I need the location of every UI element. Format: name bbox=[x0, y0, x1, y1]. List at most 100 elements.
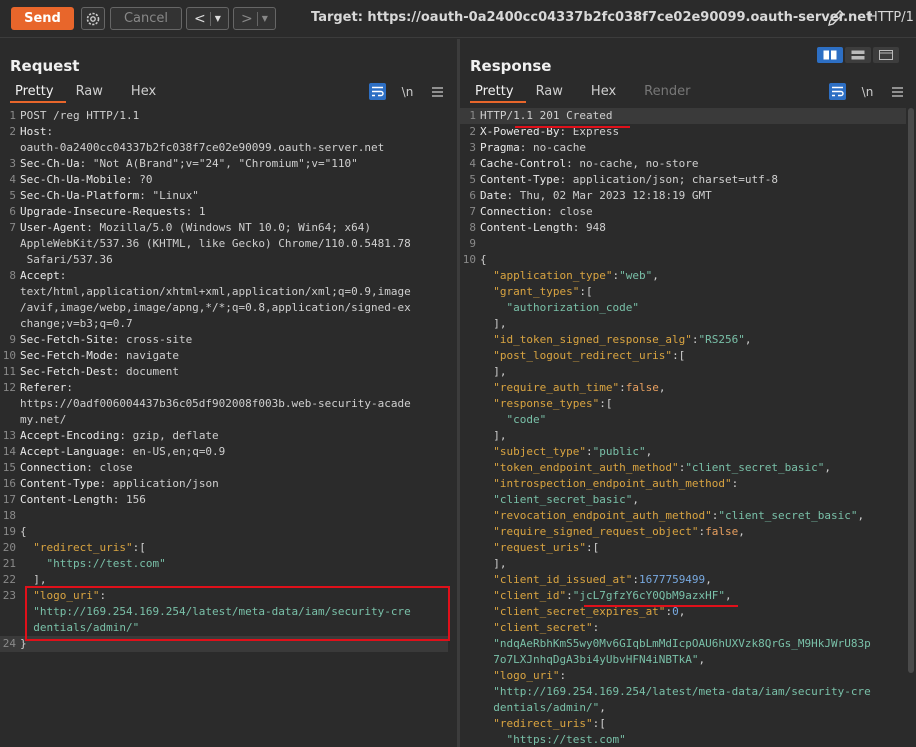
code-line: 20 "redirect_uris":[ bbox=[0, 540, 448, 556]
tab-hex[interactable]: Hex bbox=[577, 83, 630, 103]
code-line: ], bbox=[460, 556, 906, 572]
code-text: ], bbox=[480, 364, 506, 380]
line-number: 13 bbox=[2, 429, 16, 442]
response-editor[interactable]: 1 HTTP/1.1 201 Created 2 X-Powered-By: Expr… bbox=[460, 108, 906, 747]
code-token: POST /reg HTTP/1.1 bbox=[20, 109, 140, 122]
line-number bbox=[0, 236, 20, 252]
tab-pretty[interactable]: Pretty bbox=[470, 83, 526, 103]
layout-single-button[interactable] bbox=[873, 47, 899, 63]
line-number bbox=[460, 348, 480, 364]
code-text: 7o7LXJnhqDgA3bi4yUbvHFN4iNBTkA", bbox=[480, 652, 705, 668]
cancel-button[interactable]: Cancel bbox=[110, 7, 182, 30]
send-button[interactable]: Send bbox=[11, 7, 74, 30]
code-token: Referer bbox=[20, 381, 67, 394]
pencil-icon[interactable] bbox=[826, 8, 846, 28]
code-token: "jcL7gfzY6cY0QbM9azxHF" bbox=[572, 589, 726, 602]
line-number bbox=[0, 604, 20, 620]
code-token: "http://169.254.169.254/latest/meta-data… bbox=[480, 685, 871, 698]
code-token: Pragma bbox=[480, 141, 520, 154]
menu-button[interactable] bbox=[429, 83, 446, 100]
request-editor[interactable]: 1 POST /reg HTTP/1.1 2 Host: oauth-0a2400cc0… bbox=[0, 108, 448, 652]
line-number: 8 bbox=[469, 221, 476, 234]
target-url: Target: https://oauth-0a2400cc04337b2fc0… bbox=[311, 10, 873, 25]
code-token: "response_types" bbox=[480, 397, 600, 410]
menu-button[interactable] bbox=[889, 83, 906, 100]
line-number bbox=[460, 556, 480, 572]
line-number: 3 bbox=[469, 141, 476, 154]
http-version[interactable]: HTTP/1 bbox=[868, 10, 914, 25]
request-tabs: Pretty Raw Hex bbox=[10, 83, 156, 103]
line-number: 1 bbox=[9, 109, 16, 122]
code-token: , bbox=[652, 269, 659, 282]
code-line: 6 Date: Thu, 02 Mar 2023 12:18:19 GMT bbox=[460, 188, 906, 204]
code-token: "request_uris" bbox=[480, 541, 586, 554]
code-token: Content-Type bbox=[20, 477, 100, 490]
line-number bbox=[460, 476, 480, 492]
line-number: 9 bbox=[469, 237, 476, 250]
code-token: : no-cache bbox=[519, 141, 586, 154]
tab-raw[interactable]: Raw bbox=[526, 83, 577, 103]
code-text: "application_type":"web", bbox=[480, 268, 659, 284]
code-text: User-Agent: Mozilla/5.0 (Windows NT 10.0… bbox=[20, 220, 371, 236]
settings-button[interactable] bbox=[81, 7, 105, 30]
tab-render[interactable]: Render bbox=[630, 83, 690, 103]
code-line: "client_id":"jcL7gfzY6cY0QbM9azxHF", bbox=[460, 588, 906, 604]
forward-button[interactable]: > ▼ bbox=[233, 7, 276, 30]
code-token: { bbox=[480, 253, 487, 266]
hamburger-icon bbox=[432, 86, 443, 97]
code-token: /avif,image/webp,image/apng,*/*;q=0.8,ap… bbox=[20, 301, 411, 314]
code-token: HTTP/1.1 201 Created bbox=[480, 109, 613, 122]
code-token: : gzip, deflate bbox=[119, 429, 219, 442]
code-text: /avif,image/webp,image/apng,*/*;q=0.8,ap… bbox=[20, 300, 411, 316]
code-text: Content-Length: 948 bbox=[480, 220, 606, 236]
newline-toggle[interactable]: \n bbox=[859, 83, 876, 100]
code-line: "client_secret_basic", bbox=[460, 492, 906, 508]
code-line: 9 Sec-Fetch-Site: cross-site bbox=[0, 332, 448, 348]
tab-raw[interactable]: Raw bbox=[66, 83, 117, 103]
tab-hex[interactable]: Hex bbox=[117, 83, 156, 103]
layout-side-by-side-button[interactable] bbox=[817, 47, 843, 63]
code-token: : bbox=[59, 269, 67, 282]
code-token: Connection bbox=[20, 461, 87, 474]
code-line: "revocation_endpoint_auth_method":"clien… bbox=[460, 508, 906, 524]
code-line: 2 Host: bbox=[0, 124, 448, 140]
code-line: ], bbox=[460, 428, 906, 444]
code-token: : bbox=[731, 477, 739, 490]
newline-toggle[interactable]: \n bbox=[399, 83, 416, 100]
code-text: my.net/ bbox=[20, 412, 66, 428]
code-text: "subject_type":"public", bbox=[480, 444, 652, 460]
layout-stacked-button[interactable] bbox=[845, 47, 871, 63]
code-token: :[ bbox=[579, 285, 593, 298]
line-number bbox=[460, 300, 480, 316]
code-token: 1677759499 bbox=[638, 573, 706, 586]
code-token: Sec-Ch-Ua-Mobile bbox=[20, 173, 126, 186]
code-text: AppleWebKit/537.36 (KHTML, like Gecko) C… bbox=[20, 236, 411, 252]
code-text: "token_endpoint_auth_method":"client_sec… bbox=[480, 460, 831, 476]
tab-pretty[interactable]: Pretty bbox=[10, 83, 66, 103]
code-token: "https://test.com" bbox=[480, 733, 626, 746]
pretty-print-toggle[interactable] bbox=[829, 83, 846, 100]
line-number bbox=[460, 636, 480, 652]
line-number: 12 bbox=[2, 381, 16, 394]
code-token: : bbox=[585, 445, 593, 458]
code-token: : "Linux" bbox=[139, 189, 199, 202]
code-text: "redirect_uris":[ bbox=[20, 540, 146, 556]
code-token: Connection bbox=[480, 205, 547, 218]
code-text: Accept: bbox=[20, 268, 66, 284]
code-token: "public" bbox=[592, 445, 646, 458]
code-token: , bbox=[738, 525, 745, 538]
code-line: 3 Pragma: no-cache bbox=[460, 140, 906, 156]
code-line: "subject_type":"public", bbox=[460, 444, 906, 460]
response-scrollbar[interactable] bbox=[908, 108, 914, 673]
code-text: https://0adf006004437b36c05df902008f003b… bbox=[20, 396, 411, 412]
code-token: AppleWebKit/537.36 (KHTML, like Gecko) C… bbox=[20, 237, 411, 250]
code-line: /avif,image/webp,image/apng,*/*;q=0.8,ap… bbox=[0, 300, 448, 316]
code-text: "logo_uri": bbox=[480, 668, 566, 684]
toolbar: Send Cancel < ▼ > ▼ Target: https://oaut… bbox=[0, 0, 916, 38]
line-number bbox=[460, 620, 480, 636]
columns-icon bbox=[823, 50, 837, 60]
pretty-print-toggle[interactable] bbox=[369, 83, 386, 100]
request-title: Request bbox=[10, 57, 80, 75]
line-number bbox=[460, 444, 480, 460]
back-button[interactable]: < ▼ bbox=[186, 7, 229, 30]
